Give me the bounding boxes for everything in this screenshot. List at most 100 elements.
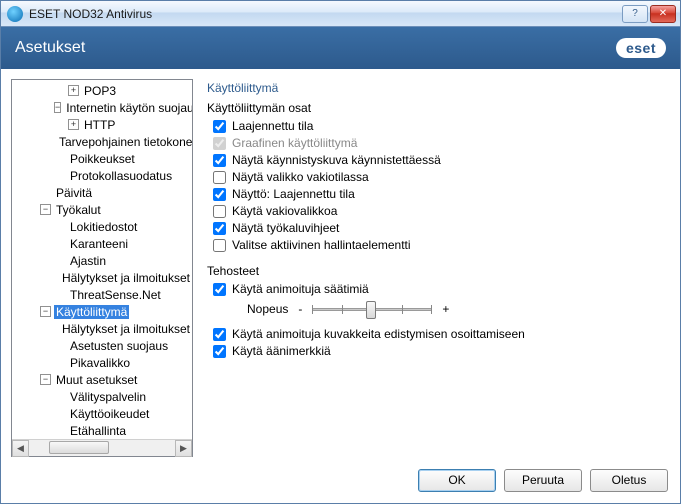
group-title-effects: Tehosteet <box>207 264 666 278</box>
group-title-components: Käyttöliittymän osat <box>207 101 666 115</box>
checkbox[interactable] <box>213 154 226 167</box>
tree-item[interactable]: Välityspalvelin <box>12 388 192 405</box>
tree-spacer <box>54 221 65 232</box>
checkbox-label: Graafinen käyttöliittymä <box>232 136 357 150</box>
scroll-left-arrow[interactable]: ◀ <box>12 440 29 457</box>
tree-item[interactable]: Asetusten suojaus <box>12 337 192 354</box>
checkbox-row: Käytä vakiovalikkoa <box>213 204 666 218</box>
titlebar-buttons: ? ✕ <box>622 5 676 23</box>
checkbox-animated-controls[interactable] <box>213 283 226 296</box>
tree-item[interactable]: Hälytykset ja ilmoitukset <box>12 269 192 286</box>
checkbox-row: Näytä käynnistyskuva käynnistettäessä <box>213 153 666 167</box>
tree-item[interactable]: Päivitä <box>12 184 192 201</box>
ok-button[interactable]: OK <box>418 469 496 492</box>
scroll-track[interactable] <box>29 440 175 456</box>
checkbox-sound[interactable] <box>213 345 226 358</box>
tree[interactable]: +POP3−Internetin käytön suojaus+HTTPTarv… <box>12 80 192 439</box>
tree-item[interactable]: −Työkalut <box>12 201 192 218</box>
slider-thumb[interactable] <box>366 301 376 319</box>
tree-item[interactable]: Karanteeni <box>12 235 192 252</box>
tree-item[interactable]: Etähallinta <box>12 422 192 439</box>
tree-item[interactable]: Lokitiedostot <box>12 218 192 235</box>
default-button[interactable]: Oletus <box>590 469 668 492</box>
checkbox[interactable] <box>213 171 226 184</box>
checkbox-row: Valitse aktiivinen hallintaelementti <box>213 238 666 252</box>
checkbox-row: Näytä valikko vakiotilassa <box>213 170 666 184</box>
tree-item[interactable]: −Internetin käytön suojaus <box>12 99 192 116</box>
cancel-button[interactable]: Peruuta <box>504 469 582 492</box>
slider-label: Nopeus <box>247 302 288 316</box>
tree-spacer <box>54 272 57 283</box>
tree-item-label: Hälytykset ja ilmoitukset <box>60 322 192 336</box>
checkbox-row-animated-controls: Käytä animoituja säätimiä <box>213 282 666 296</box>
collapse-icon[interactable]: − <box>40 204 51 215</box>
scroll-thumb[interactable] <box>49 441 109 454</box>
horizontal-scrollbar[interactable]: ◀ ▶ <box>12 439 192 456</box>
checkbox-row: Graafinen käyttöliittymä <box>213 136 666 150</box>
tree-item-label: Käyttöliittymä <box>54 305 129 319</box>
tree-item-label: Käyttöoikeudet <box>68 407 151 421</box>
tree-item[interactable]: Tarvepohjainen tietokoneen tarkistus <box>12 133 192 150</box>
tree-item-label: Etähallinta <box>68 424 128 438</box>
tree-item-label: Karanteeni <box>68 237 130 251</box>
scroll-right-arrow[interactable]: ▶ <box>175 440 192 457</box>
tree-spacer <box>54 170 65 181</box>
tree-spacer <box>40 187 51 198</box>
tree-item-label: POP3 <box>82 84 118 98</box>
tree-item[interactable]: Protokollasuodatus <box>12 167 192 184</box>
subheader: Asetukset eset <box>1 27 680 69</box>
collapse-icon[interactable]: − <box>40 306 51 317</box>
section-title: Käyttöliittymä <box>207 81 666 95</box>
checkbox-row: Laajennettu tila <box>213 119 666 133</box>
tree-item[interactable]: +HTTP <box>12 116 192 133</box>
close-button[interactable]: ✕ <box>650 5 676 23</box>
tree-item[interactable]: Hälytykset ja ilmoitukset <box>12 320 192 337</box>
speed-slider[interactable] <box>312 299 432 319</box>
checkbox-row: Näytä työkaluvihjeet <box>213 221 666 235</box>
tree-spacer <box>54 289 65 300</box>
checkbox-row-animated-icons: Käytä animoituja kuvakkeita edistymisen … <box>213 327 666 341</box>
tree-item-label: Lokitiedostot <box>68 220 139 234</box>
tree-item[interactable]: Ajastin <box>12 252 192 269</box>
content-panel: Käyttöliittymä Käyttöliittymän osat Laaj… <box>203 79 670 457</box>
collapse-icon[interactable]: − <box>40 374 51 385</box>
slider-minus: - <box>298 302 302 316</box>
checkbox-label: Näytä valikko vakiotilassa <box>232 170 369 184</box>
tree-item[interactable]: ThreatSense.Net <box>12 286 192 303</box>
tree-item-label: Työkalut <box>54 203 103 217</box>
checkbox[interactable] <box>213 120 226 133</box>
tree-item[interactable]: −Käyttöliittymä <box>12 303 192 320</box>
checkbox-label: Käytä äänimerkkiä <box>232 344 331 358</box>
slider-row-speed: Nopeus - + <box>247 299 666 319</box>
tree-item-label: Muut asetukset <box>54 373 139 387</box>
app-icon <box>7 6 23 22</box>
footer: OK Peruuta Oletus <box>1 463 680 503</box>
help-button[interactable]: ? <box>622 5 648 23</box>
expand-icon[interactable]: + <box>68 119 79 130</box>
tree-item[interactable]: Käyttöoikeudet <box>12 405 192 422</box>
tree-item-label: Poikkeukset <box>68 152 137 166</box>
tree-panel: +POP3−Internetin käytön suojaus+HTTPTarv… <box>11 79 193 457</box>
body: +POP3−Internetin käytön suojaus+HTTPTarv… <box>1 69 680 463</box>
checkbox[interactable] <box>213 222 226 235</box>
checkbox[interactable] <box>213 188 226 201</box>
checkbox-animated-icons[interactable] <box>213 328 226 341</box>
settings-window: ESET NOD32 Antivirus ? ✕ Asetukset eset … <box>0 0 681 504</box>
checkbox[interactable] <box>213 205 226 218</box>
checkbox-label: Näyttö: Laajennettu tila <box>232 187 355 201</box>
checkbox[interactable] <box>213 239 226 252</box>
tree-item-label: Ajastin <box>68 254 108 268</box>
tree-item[interactable]: −Muut asetukset <box>12 371 192 388</box>
expand-icon[interactable]: + <box>68 85 79 96</box>
tree-item-label: Päivitä <box>54 186 94 200</box>
checkbox-label: Näytä käynnistyskuva käynnistettäessä <box>232 153 441 167</box>
tree-item[interactable]: +POP3 <box>12 82 192 99</box>
collapse-icon[interactable]: − <box>54 102 61 113</box>
tree-spacer <box>54 391 65 402</box>
titlebar: ESET NOD32 Antivirus ? ✕ <box>1 1 680 27</box>
tree-spacer <box>54 255 65 266</box>
tree-item[interactable]: Pikavalikko <box>12 354 192 371</box>
checkbox-label: Käytä animoituja säätimiä <box>232 282 369 296</box>
tree-item[interactable]: Poikkeukset <box>12 150 192 167</box>
tree-item-label: Asetusten suojaus <box>68 339 170 353</box>
